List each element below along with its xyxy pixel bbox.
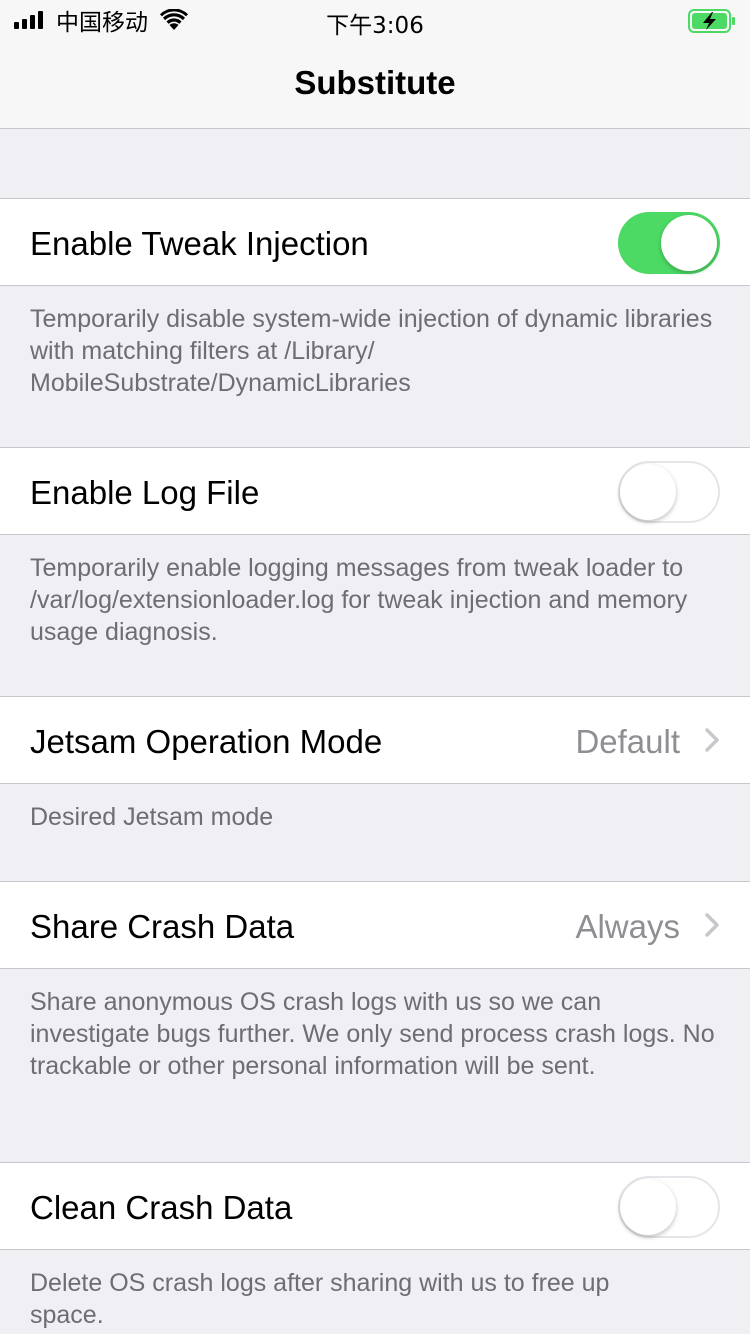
toggle-knob xyxy=(620,1179,676,1235)
row-share-crash-data[interactable]: Share Crash Data Always xyxy=(0,881,750,969)
row-footer: Desired Jetsam mode xyxy=(30,803,274,831)
page-title: Substitute xyxy=(294,64,456,101)
row-clean-crash-data: Clean Crash Data xyxy=(0,1162,750,1250)
row-footer: Temporarily enable logging messages from… xyxy=(30,554,688,646)
row-jetsam-operation-mode[interactable]: Jetsam Operation Mode Default xyxy=(0,696,750,784)
toggle-knob xyxy=(620,464,676,520)
row-enable-tweak-injection: Enable Tweak Injection xyxy=(0,198,750,286)
tweak-injection-toggle[interactable] xyxy=(618,212,720,274)
row-label: Jetsam Operation Mode xyxy=(30,723,383,760)
status-bar: 中国移动 下午3:06 xyxy=(0,0,750,40)
chevron-right-icon xyxy=(705,913,719,937)
row-footer: Temporarily disable system-wide injectio… xyxy=(30,305,713,397)
toggle-knob xyxy=(661,215,717,271)
row-enable-log-file: Enable Log File xyxy=(0,447,750,535)
status-time: 下午3:06 xyxy=(326,13,424,39)
clean-crash-data-toggle[interactable] xyxy=(618,1176,720,1238)
row-footer: Share anonymous OS crash logs with us so… xyxy=(30,988,715,1080)
row-value: Default xyxy=(575,723,680,760)
row-value: Always xyxy=(575,908,680,945)
row-label: Enable Tweak Injection xyxy=(30,225,369,262)
row-label: Clean Crash Data xyxy=(30,1189,293,1226)
row-footer: Delete OS crash logs after sharing with … xyxy=(30,1269,610,1329)
chevron-right-icon xyxy=(705,728,719,752)
battery-charging-icon xyxy=(688,9,735,33)
row-label: Enable Log File xyxy=(30,474,260,511)
row-label: Share Crash Data xyxy=(30,908,295,945)
navigation-bar: Substitute xyxy=(0,40,750,129)
log-file-toggle[interactable] xyxy=(618,461,720,523)
